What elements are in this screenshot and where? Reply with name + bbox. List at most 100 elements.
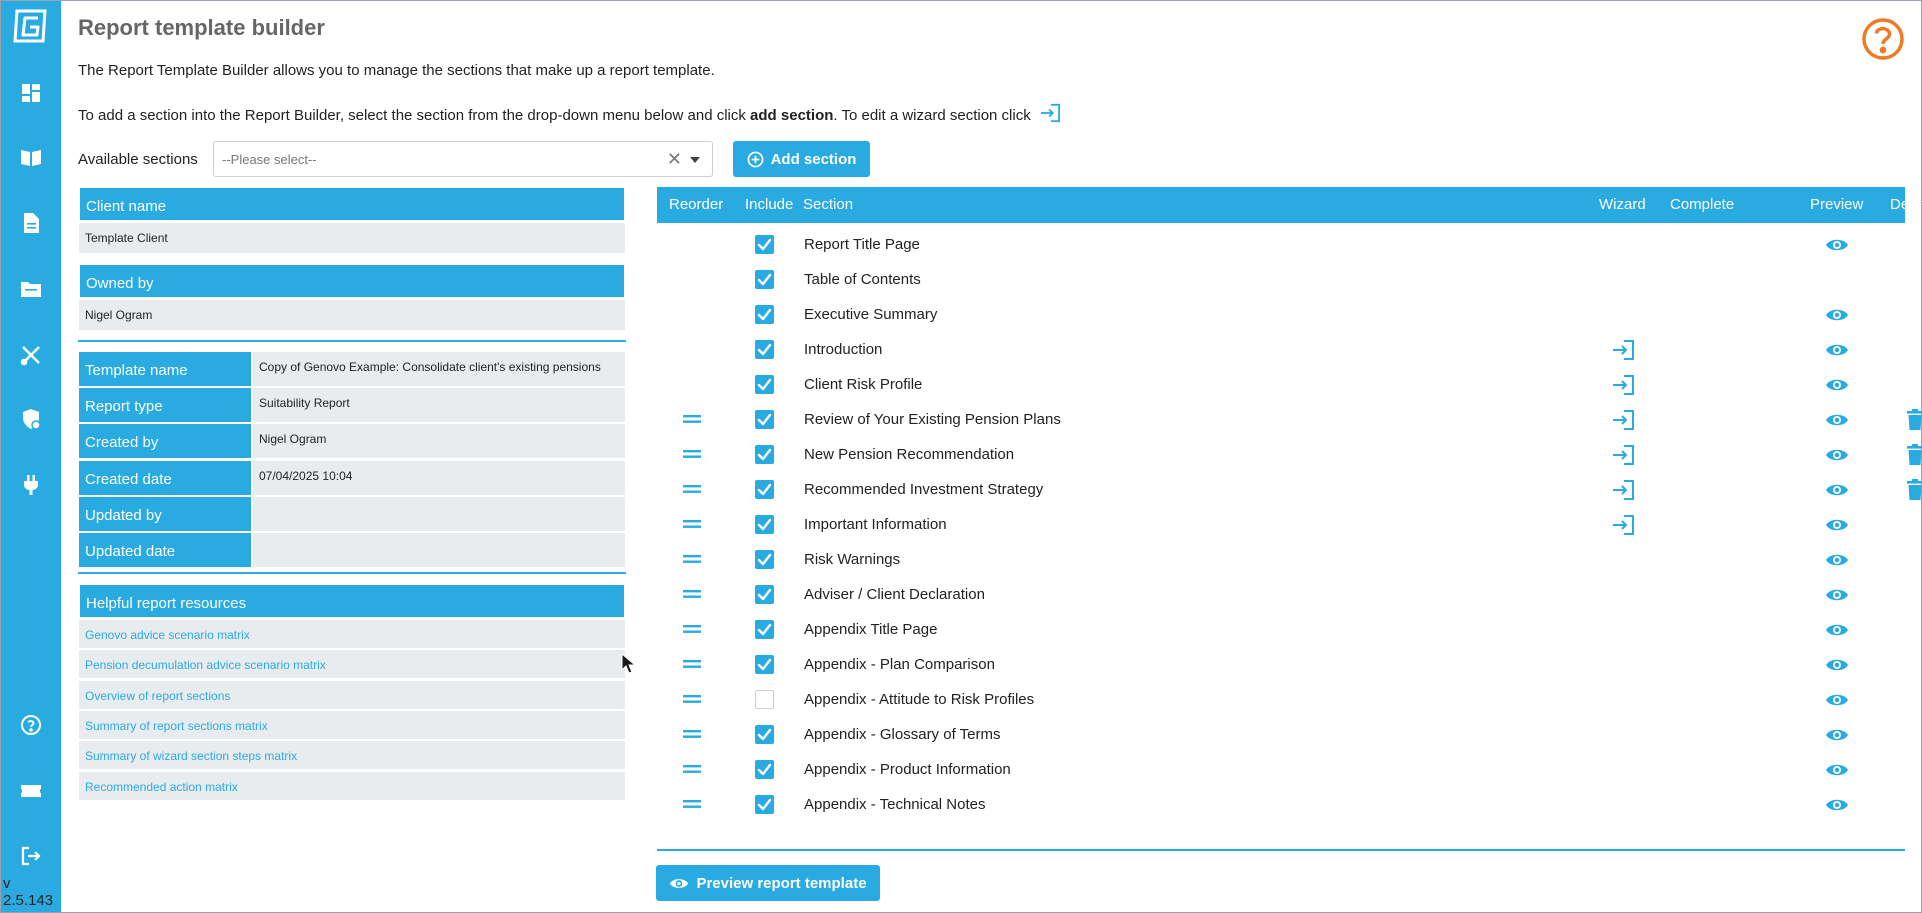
clear-icon[interactable]: ✕ <box>667 149 682 170</box>
include-checkbox-checked[interactable] <box>755 585 774 604</box>
drag-handle-icon[interactable] <box>683 587 701 601</box>
include-checkbox-checked[interactable] <box>755 725 774 744</box>
drag-handle-icon[interactable] <box>683 762 701 776</box>
client-name-header: Client name <box>79 187 625 221</box>
eye-icon[interactable] <box>1825 376 1849 394</box>
document-icon <box>24 213 39 233</box>
resource-link[interactable]: Summary of wizard section steps matrix <box>79 741 625 771</box>
resource-link[interactable]: Genovo advice scenario matrix <box>79 620 625 649</box>
resource-link[interactable]: Recommended action matrix <box>79 771 625 801</box>
include-checkbox-checked[interactable] <box>755 655 774 674</box>
eye-icon[interactable] <box>1825 446 1849 464</box>
include-checkbox-checked[interactable] <box>755 305 774 324</box>
section-name: Risk Warnings <box>804 551 901 568</box>
include-checkbox-checked[interactable] <box>755 270 774 289</box>
resource-link[interactable]: Overview of report sections <box>79 680 625 710</box>
available-sections-select[interactable]: --Please select-- ✕ <box>213 141 713 177</box>
wizard-edit-icon[interactable] <box>1611 339 1635 361</box>
tools-icon <box>20 346 40 366</box>
sidebar-item-security[interactable] <box>1 399 61 439</box>
template-detail-value <box>253 533 625 567</box>
genovo-logo-icon[interactable] <box>11 7 49 45</box>
sidebar-item-dashboard[interactable] <box>1 73 61 113</box>
include-checkbox-checked[interactable] <box>755 480 774 499</box>
chevron-down-icon[interactable] <box>690 157 700 163</box>
trash-icon[interactable] <box>1906 444 1922 465</box>
sidebar-item-help[interactable] <box>1 705 61 745</box>
sections-table-header: Reorder Include Section Wizard Complete … <box>657 187 1922 223</box>
resource-link[interactable]: Summary of report sections matrix <box>79 710 625 740</box>
include-checkbox-checked[interactable] <box>755 375 774 394</box>
checkmark-icon <box>757 763 772 776</box>
trash-icon[interactable] <box>1906 409 1922 430</box>
template-detail-row: Created date 07/04/2025 10:04 <box>79 461 625 496</box>
template-detail-label: Template name <box>79 352 253 386</box>
include-checkbox-checked[interactable] <box>755 550 774 569</box>
eye-icon[interactable] <box>1825 306 1849 324</box>
sidebar-item-tools[interactable] <box>1 335 61 375</box>
section-name: Important Information <box>804 516 947 533</box>
drag-handle-icon[interactable] <box>683 622 701 636</box>
eye-icon[interactable] <box>1825 586 1849 604</box>
help-circle-icon[interactable] <box>1861 17 1905 61</box>
include-checkbox-checked[interactable] <box>755 235 774 254</box>
section-name: Report Title Page <box>804 236 920 253</box>
drag-handle-icon[interactable] <box>683 482 701 496</box>
wizard-edit-icon[interactable] <box>1611 514 1635 536</box>
preview-report-template-label: Preview report template <box>696 874 867 892</box>
drag-handle-icon[interactable] <box>683 517 701 531</box>
include-checkbox-checked[interactable] <box>755 795 774 814</box>
wizard-edit-icon[interactable] <box>1611 444 1635 466</box>
eye-icon[interactable] <box>1825 621 1849 639</box>
sidebar-item-logout[interactable] <box>1 836 61 876</box>
sidebar-item-integrations[interactable] <box>1 465 61 505</box>
section-name: Client Risk Profile <box>804 376 923 393</box>
trash-icon[interactable] <box>1906 479 1922 500</box>
eye-icon[interactable] <box>1825 726 1849 744</box>
eye-icon[interactable] <box>1825 691 1849 709</box>
include-checkbox-checked[interactable] <box>755 410 774 429</box>
drag-handle-icon[interactable] <box>683 412 701 426</box>
eye-icon[interactable] <box>1825 761 1849 779</box>
app-version: v 2.5.143 <box>3 875 54 909</box>
eye-icon[interactable] <box>1825 481 1849 499</box>
drag-handle-icon[interactable] <box>683 797 701 811</box>
sidebar-item-files[interactable] <box>1 269 61 309</box>
include-checkbox-checked[interactable] <box>755 340 774 359</box>
col-preview: Preview <box>1810 196 1864 213</box>
eye-icon[interactable] <box>1825 551 1849 569</box>
checkmark-icon <box>757 798 772 811</box>
wizard-edit-icon[interactable] <box>1611 374 1635 396</box>
drag-handle-icon[interactable] <box>683 447 701 461</box>
include-checkbox-checked[interactable] <box>755 515 774 534</box>
sidebar-item-documents[interactable] <box>1 203 61 243</box>
section-name: Adviser / Client Declaration <box>804 586 985 603</box>
wizard-edit-icon[interactable] <box>1611 479 1635 501</box>
include-checkbox-checked[interactable] <box>755 760 774 779</box>
template-detail-row: Template name Copy of Genovo Example: Con… <box>79 352 625 387</box>
drag-handle-icon[interactable] <box>683 552 701 566</box>
owned-by-header: Owned by <box>79 264 625 298</box>
eye-icon[interactable] <box>1825 656 1849 674</box>
eye-icon[interactable] <box>1825 236 1849 254</box>
add-section-button[interactable]: Add section <box>733 141 870 177</box>
wizard-edit-icon[interactable] <box>1611 409 1635 431</box>
eye-icon[interactable] <box>1825 341 1849 359</box>
eye-icon[interactable] <box>1825 796 1849 814</box>
eye-icon[interactable] <box>1825 516 1849 534</box>
drag-handle-icon[interactable] <box>683 657 701 671</box>
include-checkbox-checked[interactable] <box>755 445 774 464</box>
eye-icon[interactable] <box>1825 411 1849 429</box>
template-detail-row: Report type Suitability Report <box>79 388 625 423</box>
col-section: Section <box>803 196 854 213</box>
drag-handle-icon[interactable] <box>683 692 701 706</box>
section-name: Executive Summary <box>804 306 938 323</box>
resource-link[interactable]: Pension decumulation advice scenario mat… <box>79 650 625 680</box>
drag-handle-icon[interactable] <box>683 727 701 741</box>
preview-report-template-button[interactable]: Preview report template <box>656 865 880 901</box>
include-checkbox-unchecked[interactable] <box>755 690 774 709</box>
sidebar-item-library[interactable] <box>1 137 61 177</box>
dashboard-icon <box>22 84 40 102</box>
sidebar-item-tickets[interactable] <box>1 771 61 811</box>
include-checkbox-checked[interactable] <box>755 620 774 639</box>
